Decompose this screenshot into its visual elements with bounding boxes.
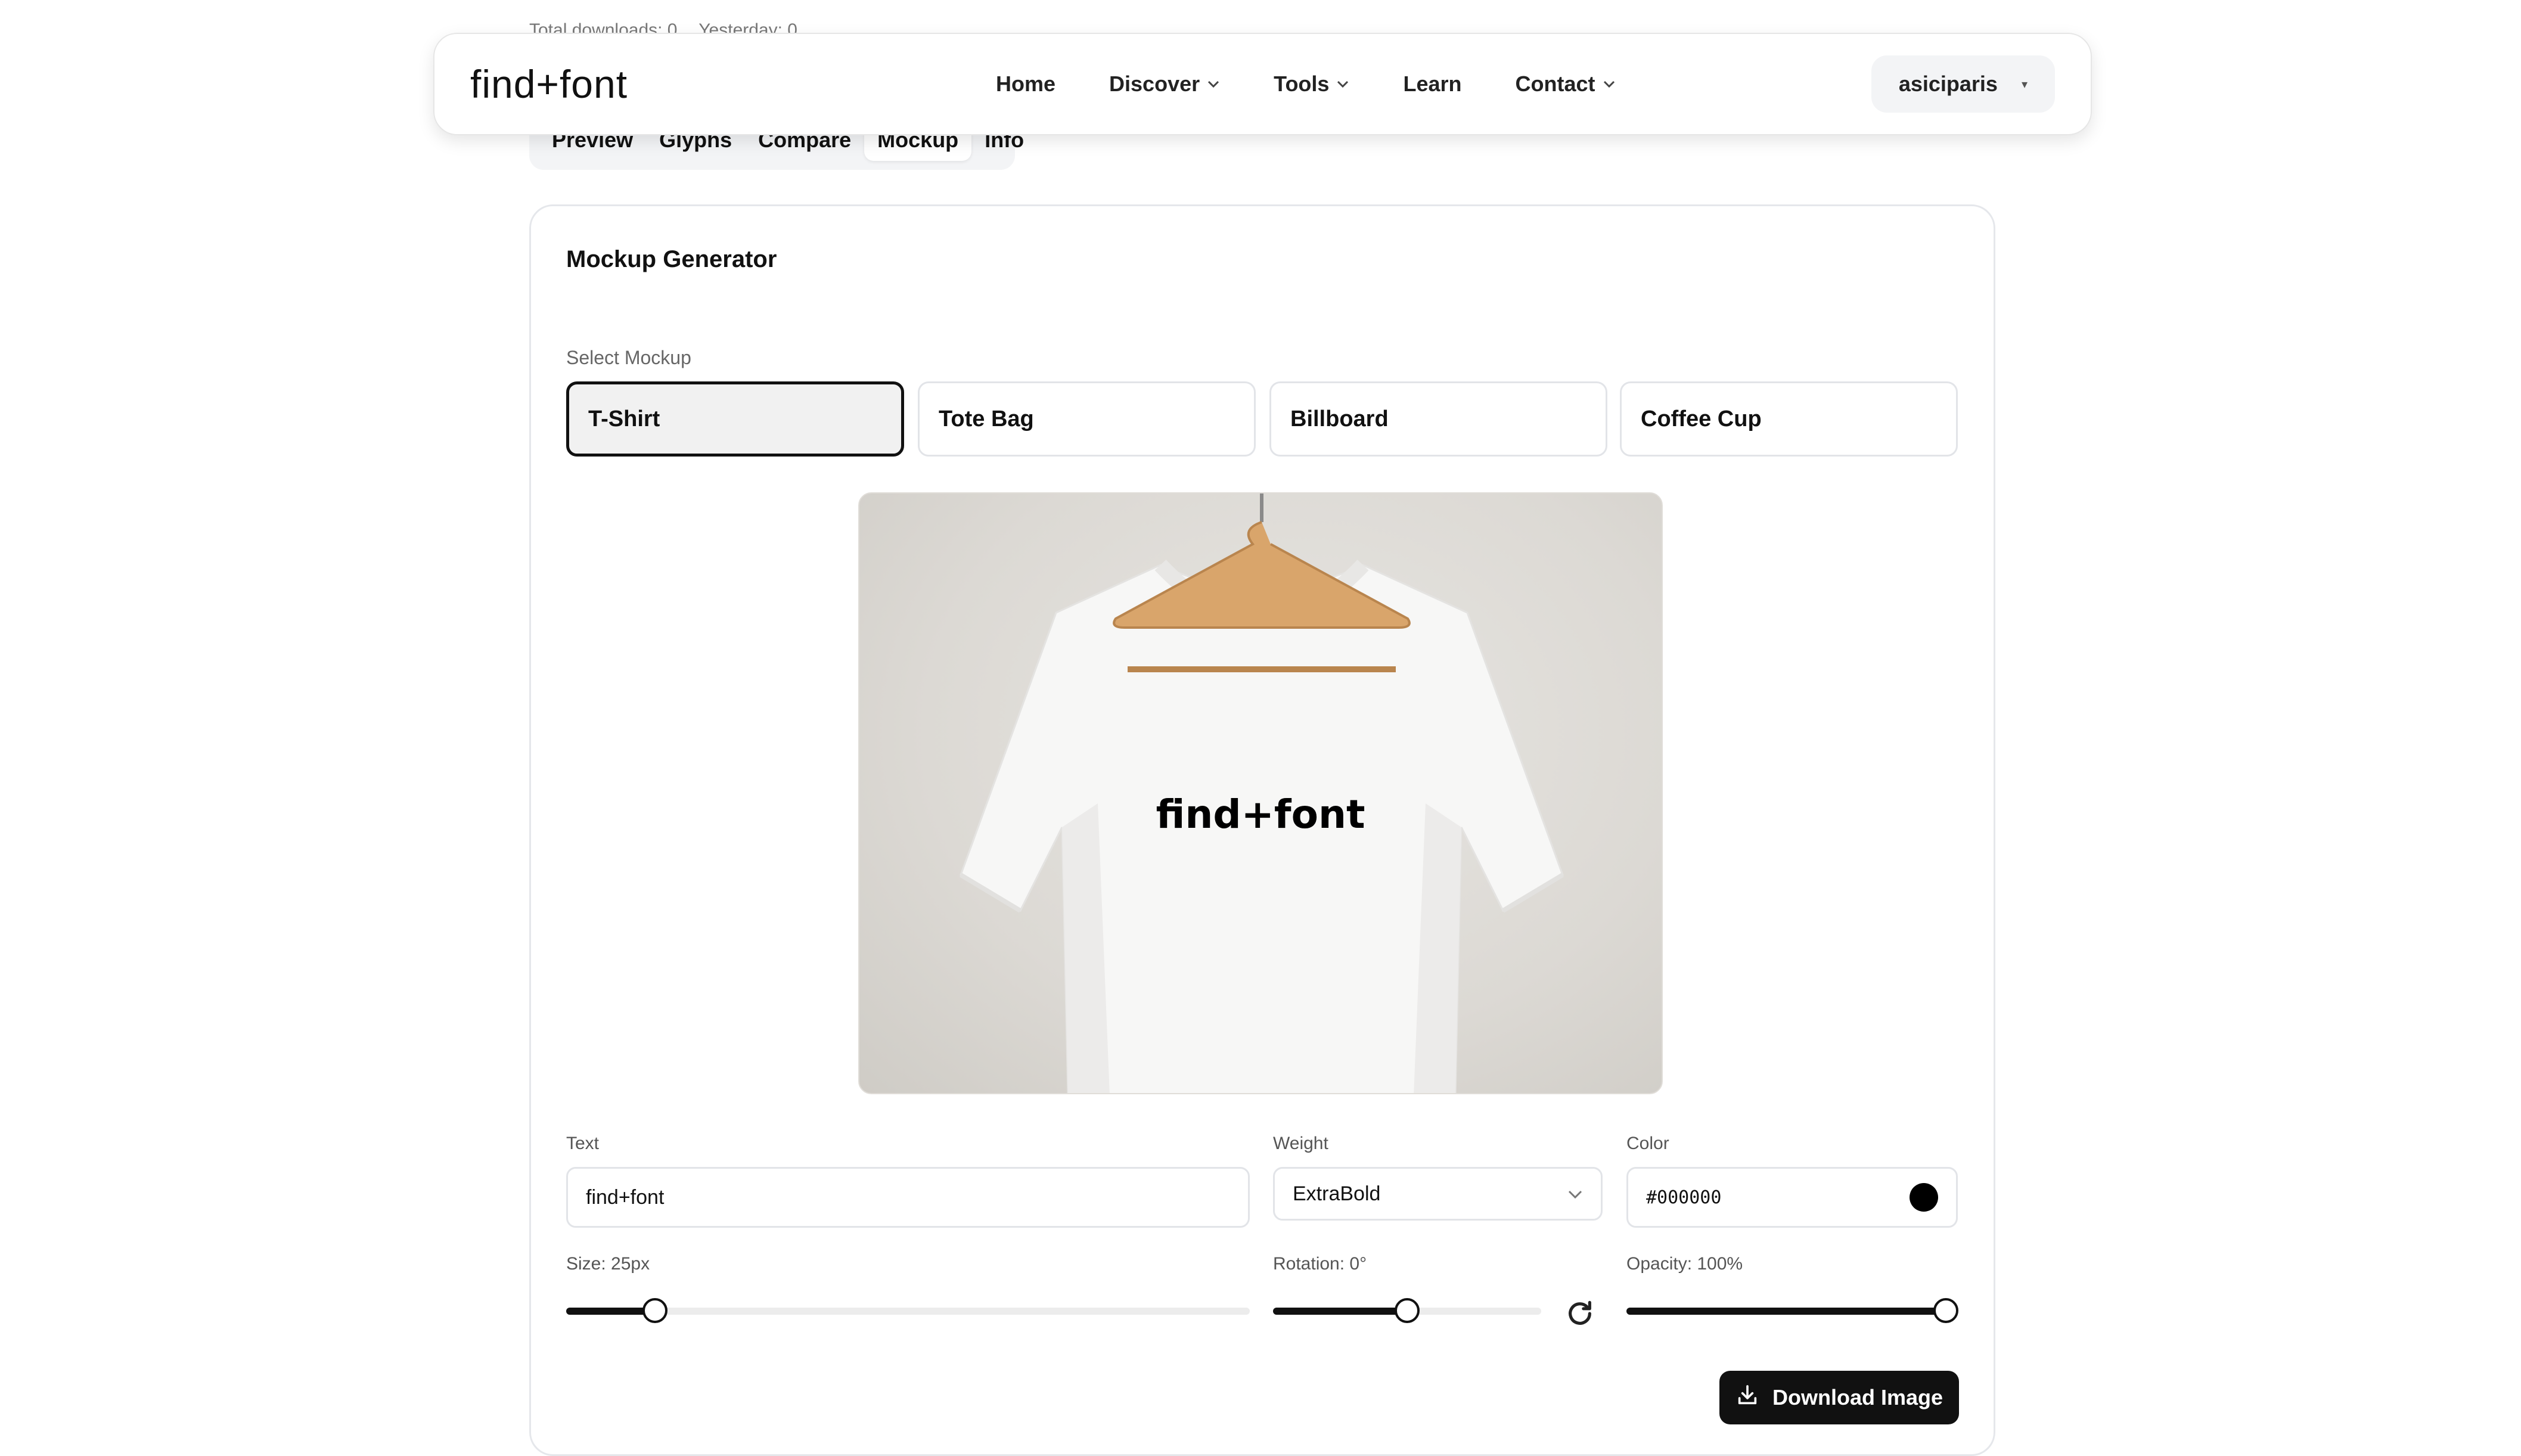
size-slider-thumb[interactable] xyxy=(642,1298,668,1323)
size-slider[interactable] xyxy=(566,1298,1250,1323)
nav-home-label: Home xyxy=(996,72,1056,96)
nav-discover[interactable]: Discover xyxy=(1109,72,1220,97)
opacity-label: Opacity: 100% xyxy=(1626,1254,1743,1274)
user-menu-button[interactable]: asiciparis ▾ xyxy=(1871,55,2055,113)
mockup-option-billboard[interactable]: Billboard xyxy=(1269,381,1607,457)
nav-discover-label: Discover xyxy=(1109,72,1200,96)
rotation-slider-fill xyxy=(1273,1308,1407,1315)
color-input[interactable]: #000000 xyxy=(1626,1167,1958,1228)
text-input[interactable]: find+font xyxy=(566,1167,1250,1228)
mockup-option-tshirt[interactable]: T-Shirt xyxy=(566,381,904,457)
download-label: Download Image xyxy=(1772,1385,1943,1410)
nav-contact[interactable]: Contact xyxy=(1516,72,1616,97)
nav-tools[interactable]: Tools xyxy=(1274,72,1349,97)
opacity-slider[interactable] xyxy=(1626,1298,1958,1323)
chevron-down-icon xyxy=(1207,76,1220,92)
color-value: #000000 xyxy=(1646,1187,1722,1208)
rotation-slider-thumb[interactable] xyxy=(1395,1298,1420,1323)
text-input-value: find+font xyxy=(586,1185,665,1209)
download-icon xyxy=(1735,1383,1772,1412)
site-logo[interactable]: find+font xyxy=(470,61,840,107)
nav-learn[interactable]: Learn xyxy=(1403,72,1461,97)
main-nav: Home Discover Tools Learn Contact xyxy=(996,72,1669,97)
mockup-option-coffee-cup[interactable]: Coffee Cup xyxy=(1620,381,1958,457)
rotation-slider[interactable] xyxy=(1273,1298,1541,1323)
card-title: Mockup Generator xyxy=(566,246,777,272)
opacity-slider-fill xyxy=(1626,1308,1946,1315)
weight-value: ExtraBold xyxy=(1293,1182,1381,1205)
opacity-slider-thumb[interactable] xyxy=(1933,1298,1958,1323)
select-mockup-label: Select Mockup xyxy=(566,347,691,368)
weight-select[interactable]: ExtraBold xyxy=(1273,1167,1603,1221)
chevron-down-icon xyxy=(1603,76,1616,92)
mockup-option-tote-bag[interactable]: Tote Bag xyxy=(918,381,1256,457)
refresh-icon[interactable] xyxy=(1563,1297,1597,1330)
nav-learn-label: Learn xyxy=(1403,72,1462,96)
nav-home[interactable]: Home xyxy=(996,72,1055,97)
weight-label: Weight xyxy=(1273,1134,1328,1153)
mockup-overlay-text: find+font xyxy=(1156,791,1365,837)
chevron-down-icon xyxy=(1567,1184,1583,1203)
nav-contact-label: Contact xyxy=(1515,72,1595,96)
chevron-down-icon xyxy=(1336,76,1349,92)
size-slider-fill xyxy=(566,1308,656,1315)
caret-down-icon: ▾ xyxy=(2021,77,2028,91)
color-label: Color xyxy=(1626,1134,1669,1153)
mockup-preview: find+font xyxy=(858,492,1663,1094)
download-image-button[interactable]: Download Image xyxy=(1719,1371,1959,1424)
username: asiciparis xyxy=(1898,72,1998,96)
color-swatch[interactable] xyxy=(1910,1183,1938,1212)
rotation-label: Rotation: 0° xyxy=(1273,1254,1367,1274)
site-header: find+font Home Discover Tools Learn Cont… xyxy=(433,33,2092,135)
nav-tools-label: Tools xyxy=(1274,72,1330,96)
size-label: Size: 25px xyxy=(566,1254,650,1274)
text-label: Text xyxy=(566,1134,600,1153)
